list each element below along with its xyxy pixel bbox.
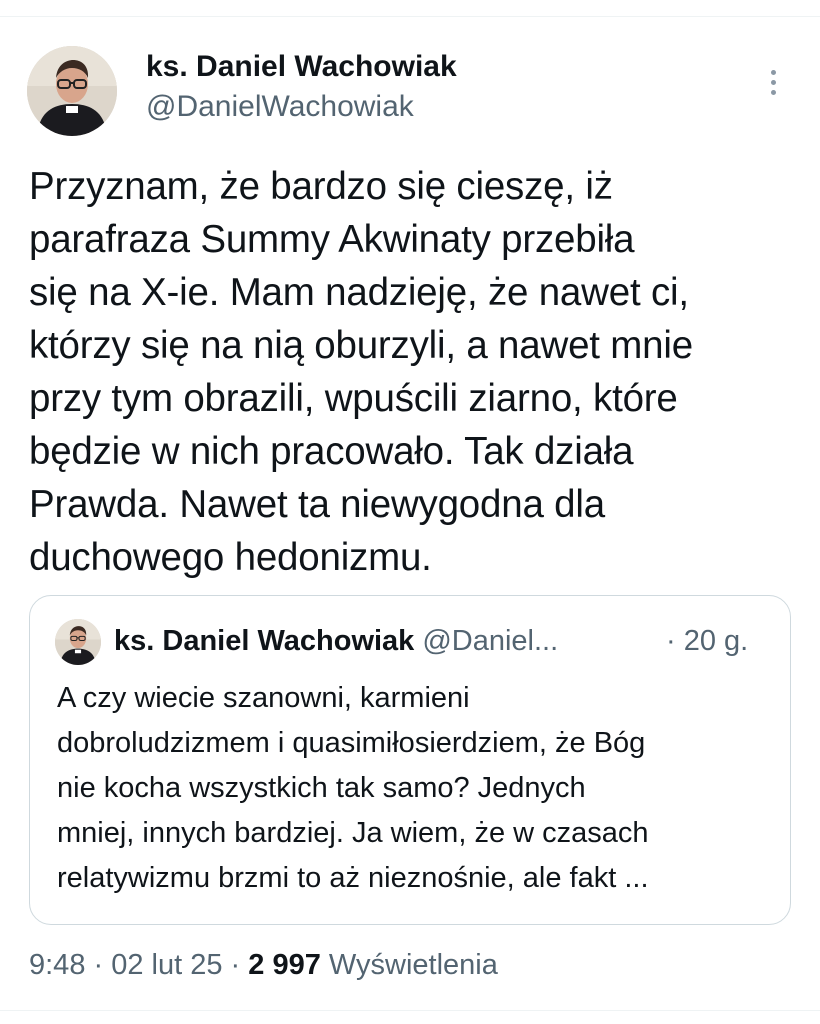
tweet-meta: 9:48 · 02 lut 25 · 2 997 Wyświetlenia bbox=[29, 947, 498, 983]
quote-author-handle[interactable]: @Daniel... bbox=[422, 625, 558, 657]
more-button[interactable] bbox=[758, 62, 788, 102]
tweet-time[interactable]: 9:48 bbox=[29, 949, 85, 981]
quote-text: A czy wiecie szanowni, karmieni dobrolud… bbox=[57, 682, 649, 894]
more-vertical-icon-dot bbox=[770, 89, 776, 95]
quote-timestamp[interactable]: · 20 g. bbox=[666, 623, 748, 659]
tweet-date[interactable]: 02 lut 25 bbox=[111, 949, 222, 981]
top-divider bbox=[0, 16, 820, 17]
author-name[interactable]: ks. Daniel Wachowiak bbox=[146, 50, 457, 84]
meta-separator: · bbox=[85, 949, 112, 981]
more-vertical-icon bbox=[770, 69, 776, 75]
tweet-text: Przyznam, że bardzo się cieszę, iż paraf… bbox=[29, 165, 693, 579]
more-vertical-icon-dot bbox=[770, 79, 776, 85]
views-count: 2 997 bbox=[248, 949, 321, 981]
bottom-divider bbox=[0, 1010, 820, 1011]
meta-separator: · bbox=[222, 949, 249, 981]
quote-author-name[interactable]: ks. Daniel Wachowiak bbox=[114, 625, 414, 657]
author-handle[interactable]: @DanielWachowiak bbox=[146, 90, 414, 124]
avatar[interactable] bbox=[27, 46, 117, 136]
quote-header: ks. Daniel Wachowiak @Daniel... bbox=[114, 623, 558, 659]
quote-avatar[interactable] bbox=[55, 619, 101, 665]
quoted-tweet[interactable]: ks. Daniel Wachowiak @Daniel... · 20 g. A… bbox=[29, 595, 791, 925]
views-label: Wyświetlenia bbox=[320, 949, 498, 981]
